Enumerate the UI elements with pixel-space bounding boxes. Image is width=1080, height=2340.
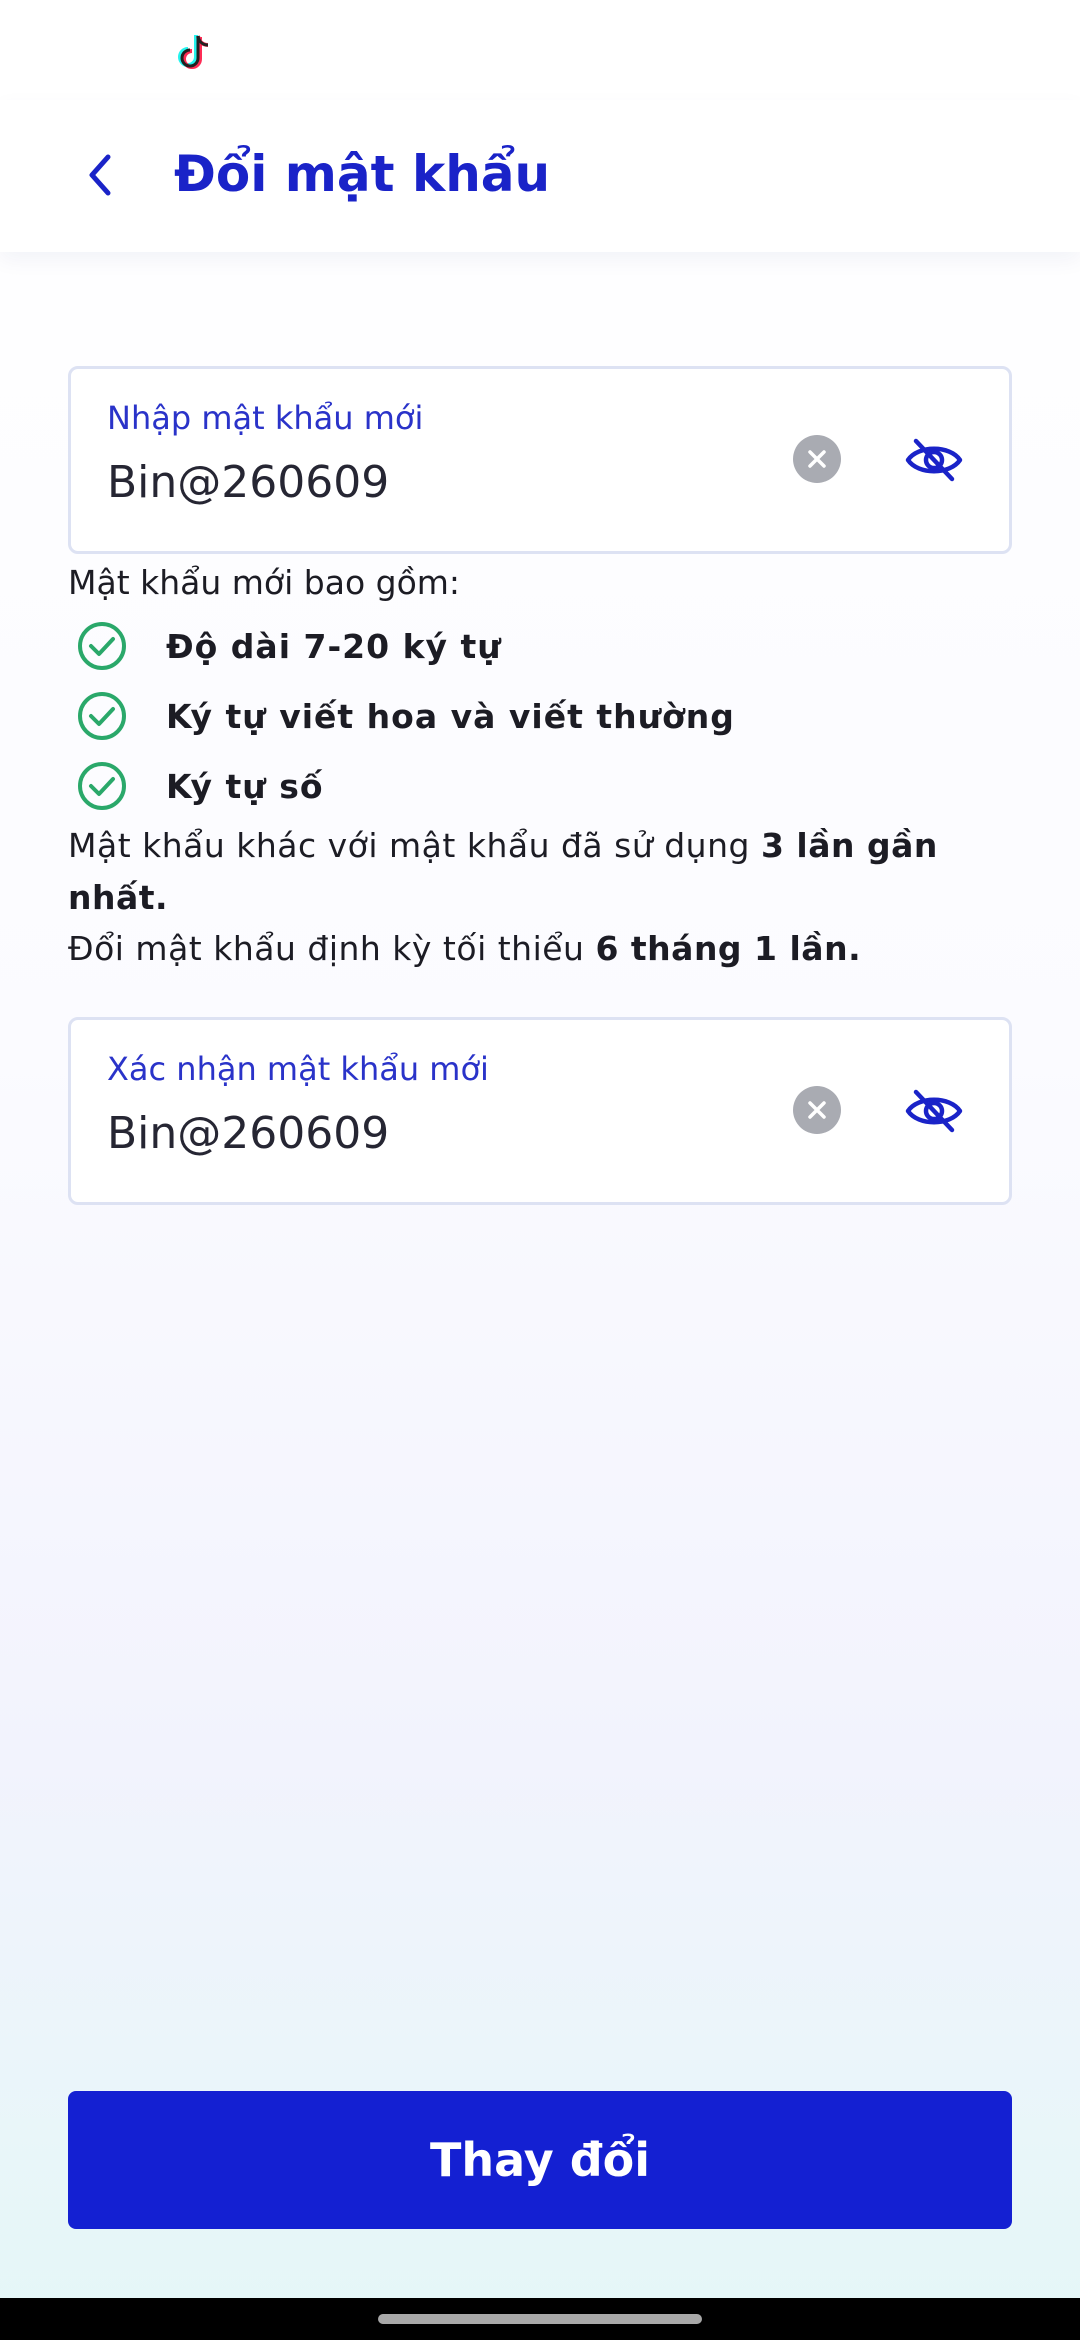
clear-new-password-button[interactable] (793, 435, 841, 483)
requirement-item-digit: Ký tự số (76, 758, 324, 814)
tiktok-icon (178, 35, 209, 69)
clear-confirm-password-button[interactable] (793, 1086, 841, 1134)
eye-off-icon (905, 438, 963, 482)
new-password-input[interactable]: Bin@260609 (107, 457, 389, 508)
requirements-intro: Mật khẩu mới bao gồm: (68, 563, 461, 602)
confirm-password-field[interactable]: Xác nhận mật khẩu mới Bin@260609 (68, 1017, 1012, 1205)
requirement-label: Ký tự số (166, 766, 324, 806)
check-circle-icon (78, 692, 126, 740)
change-password-button[interactable]: Thay đổi (68, 2091, 1012, 2229)
requirement-item-length: Độ dài 7-20 ký tự (76, 618, 502, 674)
check-circle-icon (78, 622, 126, 670)
password-period-note: Đổi mật khẩu định kỳ tối thiểu 6 tháng 1… (68, 923, 1012, 975)
app-header: Đổi mật khẩu (0, 100, 1080, 252)
history-note-text: Mật khẩu khác với mật khẩu đã sử dụng (68, 826, 761, 865)
new-password-label: Nhập mật khẩu mới (107, 399, 424, 437)
requirement-label: Độ dài 7-20 ký tự (166, 626, 502, 666)
period-note-emphasis: 6 tháng 1 lần. (595, 929, 862, 968)
requirement-item-case: Ký tự viết hoa và viết thường (76, 688, 735, 744)
back-button[interactable] (70, 140, 130, 210)
back-arrow-icon (89, 154, 111, 196)
period-note-text: Đổi mật khẩu định kỳ tối thiểu (68, 929, 596, 968)
clear-icon (808, 1101, 826, 1119)
toggle-new-password-visibility[interactable] (901, 427, 967, 493)
password-history-note: Mật khẩu khác với mật khẩu đã sử dụng 3 … (68, 820, 1012, 924)
eye-off-icon (905, 1089, 963, 1133)
toggle-confirm-password-visibility[interactable] (901, 1078, 967, 1144)
status-bar (0, 0, 1080, 100)
page-title: Đổi mật khẩu (174, 145, 551, 203)
check-circle-icon (78, 762, 126, 810)
system-nav-bar (0, 2298, 1080, 2340)
confirm-password-input[interactable]: Bin@260609 (107, 1108, 389, 1159)
clear-icon (808, 450, 826, 468)
home-indicator[interactable] (378, 2314, 702, 2324)
confirm-password-label: Xác nhận mật khẩu mới (107, 1050, 489, 1088)
new-password-field[interactable]: Nhập mật khẩu mới Bin@260609 (68, 366, 1012, 554)
requirement-label: Ký tự viết hoa và viết thường (166, 696, 735, 736)
